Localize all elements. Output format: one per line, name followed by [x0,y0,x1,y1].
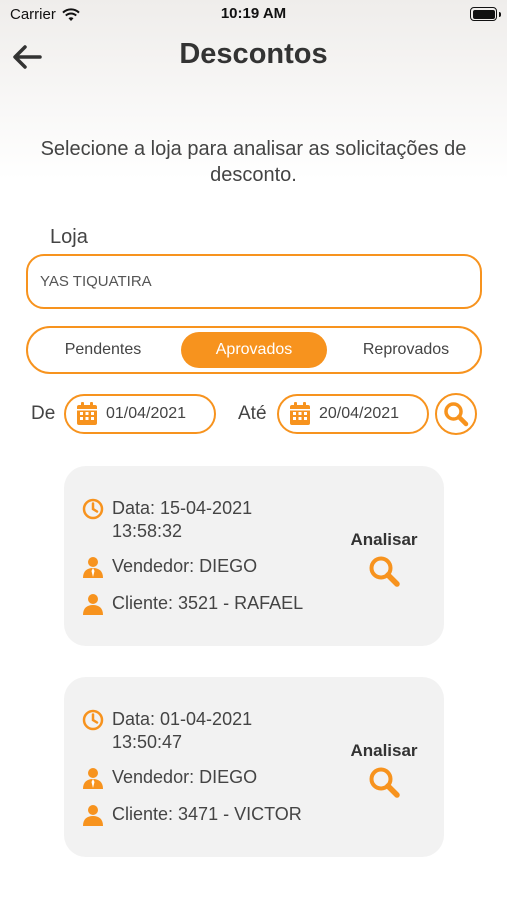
calendar-icon [77,402,97,425]
status-tabs: Pendentes Aprovados Reprovados [26,326,482,374]
date-search-button[interactable] [435,393,477,435]
card-date-line2: 13:58:32 [112,521,183,541]
card-date-line1: Data: 15-04-2021 [112,498,253,518]
intro-text: Selecione a loja para analisar as solici… [40,138,467,186]
discount-card: Data: 15-04-2021 13:58:32 Vendedor: DIEG… [64,466,444,646]
tab-reprovados[interactable]: Reprovados [333,332,479,368]
card-date-row: Data: 01-04-2021 13:50:47 [82,708,252,754]
tab-pendentes[interactable]: Pendentes [34,332,172,368]
date-from-value: 01/04/2021 [106,405,187,422]
status-time: 10:19 AM [220,5,287,22]
page-title: Descontos [179,38,328,70]
calendar-icon [290,402,310,425]
card-date-line1: Data: 01-04-2021 [112,709,253,729]
date-from-field[interactable]: 01/04/2021 [64,394,216,434]
person-icon [83,805,103,826]
search-icon [444,402,469,427]
card-date: Data: 01-04-2021 13:50:47 [112,708,252,754]
analisar-button[interactable]: Analisar [339,530,429,588]
date-to-label: Até [238,403,267,424]
card-cliente-row: Cliente: 3521 - RAFAEL [82,592,303,615]
clock-icon [82,498,104,520]
search-icon [369,767,400,798]
card-vendedor-row: Vendedor: DIEGO [82,766,257,789]
card-vendedor-row: Vendedor: DIEGO [82,555,257,578]
card-vendedor: Vendedor: DIEGO [112,767,258,787]
status-bar: Carrier 10:19 AM [0,0,507,30]
loja-label: Loja [50,226,88,248]
search-icon [369,556,400,587]
analisar-button[interactable]: Analisar [339,741,429,799]
discount-card: Data: 01-04-2021 13:50:47 Vendedor: DIEG… [64,677,444,857]
person-icon [83,594,103,615]
clock-icon [82,709,104,731]
salesperson-icon [83,557,103,578]
card-vendedor: Vendedor: DIEGO [112,556,258,576]
battery-icon [470,7,501,21]
card-cliente: Cliente: 3521 - RAFAEL [112,593,304,613]
date-from-label: De [31,403,56,424]
analisar-label: Analisar [350,530,418,549]
card-date-line2: 13:50:47 [112,732,183,752]
card-date-row: Data: 15-04-2021 13:58:32 [82,497,252,543]
card-date: Data: 15-04-2021 13:58:32 [112,497,252,543]
date-to-field[interactable]: 20/04/2021 [277,394,429,434]
card-cliente-row: Cliente: 3471 - VICTOR [82,803,302,826]
loja-field[interactable] [26,254,482,309]
analisar-label: Analisar [350,741,418,760]
card-cliente: Cliente: 3471 - VICTOR [112,804,302,824]
salesperson-icon [83,768,103,789]
tab-aprovados[interactable]: Aprovados [181,332,327,368]
nav-header: Descontos [0,30,507,82]
date-to-value: 20/04/2021 [319,405,400,422]
